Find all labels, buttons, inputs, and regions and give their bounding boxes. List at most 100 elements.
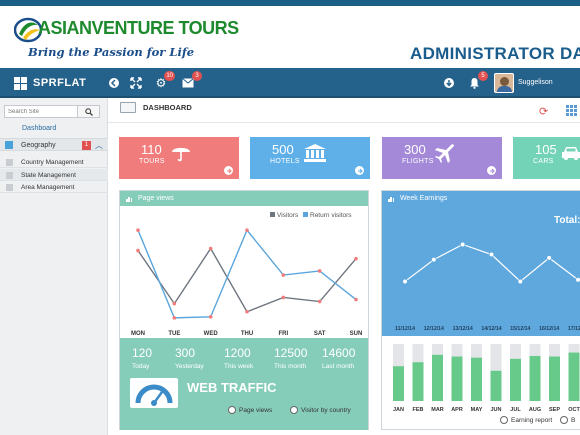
bar: [432, 354, 443, 401]
nav-brand[interactable]: SPRFLAT: [14, 75, 86, 91]
earnings-bar-chart: JAN FEB MAR APR MAY JUN JUL AUG SEP OCT: [393, 344, 580, 413]
stat-label: Last month: [322, 363, 355, 370]
x-tick-label: 12/12/14: [424, 326, 444, 332]
x-tick-label: MAR: [431, 407, 444, 413]
earnings-total-label: Total:: [554, 215, 580, 226]
earnings-point: [517, 278, 524, 285]
data-point: [354, 297, 358, 302]
stat-value: 120: [132, 346, 153, 360]
arrow-right-circle-icon[interactable]: [487, 166, 496, 175]
bell-icon: [469, 78, 479, 89]
refresh-icon[interactable]: ⟳: [539, 105, 548, 118]
stat-label: This month: [274, 363, 307, 370]
x-tick-label: 11/12/14: [395, 326, 415, 332]
legend-swatch-visitors: [270, 212, 275, 217]
x-tick-label: 15/12/14: [510, 326, 530, 332]
web-traffic-banner: WEB TRAFFIC: [187, 380, 277, 395]
earnings-line: [404, 243, 579, 283]
bar: [490, 370, 502, 401]
envelope-icon: [182, 78, 194, 88]
x-tick-label: OCT: [568, 407, 580, 413]
data-point: [208, 315, 213, 319]
stat-value: 1200: [224, 346, 251, 360]
square-icon: [6, 159, 13, 166]
monitor-icon: [120, 102, 136, 113]
x-tick-label: SUN: [350, 331, 363, 337]
bar: [393, 366, 404, 401]
search-input[interactable]: [4, 105, 78, 118]
nav-brand-label: SPRFLAT: [33, 77, 87, 89]
windows-icon: [14, 76, 27, 90]
data-point: [172, 301, 177, 306]
x-tick-label: AUG: [529, 407, 541, 413]
radio-visitor-by-country[interactable]: Visitor by country: [290, 406, 351, 414]
radio-earning-report[interactable]: Earning report: [500, 416, 552, 424]
bar: [549, 356, 560, 401]
sidebar-item-country[interactable]: Country Management: [0, 156, 108, 168]
notifications-button[interactable]: 5: [466, 71, 488, 91]
settings-button[interactable]: ⚙ 10: [153, 71, 175, 91]
x-tick-label: TUE: [168, 331, 180, 337]
sidebar-group-geography[interactable]: Geography 1 ︿: [0, 138, 108, 151]
fullscreen-button[interactable]: [128, 75, 144, 91]
notifications-badge: 5: [478, 71, 488, 81]
bank-icon: [304, 144, 326, 162]
logo-name: ASIANVENTURE TOURS: [38, 18, 239, 38]
stat-value: 12500: [274, 346, 308, 360]
arrow-right-circle-icon[interactable]: [224, 166, 233, 175]
data-point: [354, 256, 358, 261]
x-tick-label: MAY: [471, 407, 483, 413]
x-tick-label: SAT: [314, 331, 326, 337]
x-tick-label: MON: [131, 331, 145, 337]
earnings-point: [575, 276, 580, 283]
legend-label-visitors: Visitors: [277, 212, 299, 219]
data-point: [208, 246, 213, 251]
mail-button[interactable]: 3: [180, 71, 202, 91]
expand-icon: [130, 77, 142, 89]
geography-square-icon: [5, 141, 13, 149]
sidebar-toggle-button[interactable]: [106, 75, 122, 91]
settings-badge: 10: [164, 71, 175, 81]
sidebar-item-label: State Management: [21, 172, 76, 179]
sidebar: Dashboard Geography 1 ︿ Country Manageme…: [0, 98, 108, 435]
grid-icon[interactable]: [566, 105, 577, 116]
sidebar-item-state[interactable]: State Management: [0, 169, 108, 181]
earnings-point: [488, 251, 495, 258]
site-logo[interactable]: ASIANVENTURE TOURS Bring the Passion for…: [14, 14, 239, 66]
stat-card-tours[interactable]: 110 TOURS: [119, 137, 239, 179]
x-tick-label: THU: [241, 331, 253, 337]
main-content: DASHBOARD ⟳ 110 TOURS 500 HOTELS 300 FLI…: [108, 98, 580, 435]
admin-title: ADMINISTRATOR DASHE: [410, 44, 580, 63]
x-tick-label: 14/12/14: [481, 326, 501, 332]
stat-card-flights[interactable]: 300 FLIGHTS: [382, 137, 502, 179]
radio-b[interactable]: B: [560, 416, 575, 424]
user-name[interactable]: Suggelison: [518, 79, 553, 86]
radio-circle-icon: [228, 406, 236, 414]
data-point: [317, 299, 322, 304]
sidebar-item-area[interactable]: Area Management: [0, 181, 108, 193]
data-point: [136, 228, 140, 232]
x-tick-label: JUL: [510, 407, 521, 413]
x-tick-label: APR: [451, 407, 463, 413]
x-tick-label: JUN: [490, 407, 501, 413]
arrow-right-circle-icon[interactable]: [355, 166, 364, 175]
series-line-0: [137, 247, 357, 313]
radio-page-views[interactable]: Page views: [228, 406, 272, 414]
radio-label: Earning report: [511, 416, 553, 424]
stat-card-cars[interactable]: 105 CARS: [513, 137, 580, 179]
stat-card-hotels[interactable]: 500 HOTELS: [250, 137, 370, 179]
card-value: 500: [272, 142, 294, 157]
pageviews-legend: Visitors Return visitors: [270, 212, 352, 219]
legend-label-return: Return visitors: [310, 212, 352, 219]
download-button[interactable]: [441, 75, 457, 91]
square-icon: [6, 172, 13, 179]
x-tick-label: FEB: [413, 407, 424, 413]
x-tick-label: JAN: [393, 407, 404, 413]
earnings-title: Week Earnings: [399, 195, 448, 202]
search-button[interactable]: [78, 105, 100, 118]
data-point: [281, 295, 286, 300]
sidebar-item-label: Area Management: [21, 184, 75, 191]
user-avatar[interactable]: [494, 73, 514, 93]
app-root: ASIANVENTURE TOURS Bring the Passion for…: [0, 0, 580, 435]
sidebar-item-dashboard[interactable]: Dashboard: [22, 125, 56, 132]
